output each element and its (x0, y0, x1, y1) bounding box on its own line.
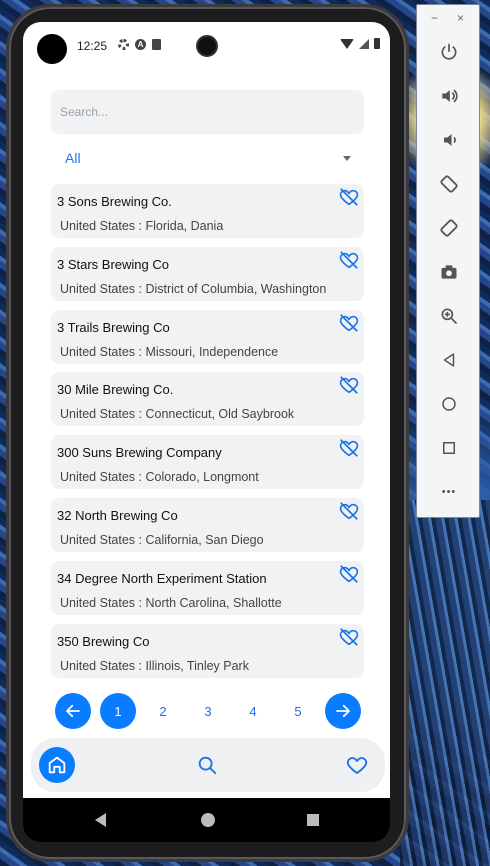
more-button[interactable]: ••• (434, 477, 464, 507)
nav-back-icon[interactable] (95, 813, 106, 827)
arrow-left-icon (66, 704, 80, 718)
next-page-button[interactable] (325, 693, 361, 729)
tab-favorites[interactable] (339, 747, 375, 783)
page-button-5[interactable]: 5 (280, 693, 316, 729)
brewery-location: United States : Illinois, Tinley Park (60, 658, 249, 673)
brewery-name: 3 Sons Brewing Co. (57, 194, 172, 209)
heart-off-icon[interactable] (338, 437, 360, 459)
dropdown-caret-icon (343, 156, 351, 161)
sd-card-icon (152, 39, 161, 50)
power-button[interactable] (434, 37, 464, 67)
page-button-1[interactable]: 1 (100, 693, 136, 729)
brewery-list: 3 Sons Brewing Co. United States : Flori… (51, 184, 364, 686)
country-filter-select[interactable]: All (65, 150, 355, 170)
page-button-4[interactable]: 4 (235, 693, 271, 729)
brewery-name: 300 Suns Brewing Company (57, 445, 222, 461)
volume-down-icon (444, 134, 456, 146)
nav-home-icon[interactable] (201, 813, 215, 827)
wifi-icon (340, 38, 354, 49)
overview-square-icon (443, 442, 455, 454)
heart-off-icon[interactable] (338, 249, 360, 271)
brewery-name: 3 Stars Brewing Co (57, 256, 169, 272)
status-bar: 12:25 A (23, 22, 390, 70)
list-item[interactable]: 3 Sons Brewing Co. United States : Flori… (51, 184, 364, 238)
list-item[interactable]: 350 Brewing Co United States : Illinois,… (51, 623, 364, 678)
back-button[interactable] (434, 345, 464, 375)
brewery-location: United States : Connecticut, Old Saybroo… (60, 407, 295, 422)
minimize-button[interactable]: − (431, 11, 438, 25)
desktop-background-detail (400, 500, 490, 866)
heart-off-icon[interactable] (338, 374, 360, 396)
rotate-right-icon (440, 219, 458, 237)
list-item[interactable]: 3 Stars Brewing Co United States : Distr… (51, 246, 364, 301)
emulator-toolbar: − × ••• (416, 4, 480, 518)
close-button[interactable]: × (457, 11, 464, 25)
tab-home[interactable] (39, 747, 75, 783)
home-button[interactable] (434, 389, 464, 419)
front-camera (196, 35, 218, 57)
back-triangle-icon (443, 353, 455, 367)
overview-button[interactable] (434, 433, 464, 463)
brewery-name: 30 Mile Brewing Co. (57, 382, 174, 398)
heart-icon (346, 757, 368, 774)
brewery-location: United States : Florida, Dania (60, 219, 224, 233)
filter-selected-value: All (65, 150, 81, 166)
list-item[interactable]: 32 North Brewing Co United States : Cali… (51, 497, 364, 552)
heart-off-icon[interactable] (338, 563, 360, 585)
volume-down-button[interactable] (434, 125, 464, 155)
zoom-button[interactable] (434, 301, 464, 331)
list-item[interactable]: 30 Mile Brewing Co. United States : Conn… (51, 372, 364, 427)
brewery-location: United States : California, San Diego (60, 532, 264, 547)
app-screen: 12:25 A All 3 Sons Brewing Co. United St… (23, 22, 390, 798)
rotate-left-button[interactable] (434, 169, 464, 199)
prev-page-button[interactable] (55, 693, 91, 729)
brewery-name: 34 Degree North Experiment Station (57, 570, 267, 586)
a-icon: A (135, 39, 146, 50)
page-button-3[interactable]: 3 (190, 693, 226, 729)
pagination: 1 2 3 4 5 (55, 693, 361, 729)
rotate-left-icon (440, 175, 458, 193)
page-button-2[interactable]: 2 (145, 693, 181, 729)
settings-icon (118, 39, 129, 50)
heart-off-icon[interactable] (338, 312, 360, 334)
camera-icon (441, 265, 457, 279)
brewery-location: United States : North Carolina, Shallott… (60, 595, 282, 610)
heart-off-icon[interactable] (338, 626, 360, 648)
search-icon (198, 756, 217, 775)
list-item[interactable]: 34 Degree North Experiment Station Unite… (51, 560, 364, 615)
status-right-icons (340, 38, 380, 49)
brewery-location: United States : Colorado, Longmont (60, 470, 259, 485)
zoom-in-icon (441, 308, 458, 325)
camera-cutout (37, 34, 67, 64)
tab-search[interactable] (189, 747, 225, 783)
status-time: 12:25 (77, 39, 108, 53)
screenshot-button[interactable] (434, 257, 464, 287)
brewery-location: United States : District of Columbia, Wa… (60, 281, 327, 296)
list-item[interactable]: 300 Suns Brewing Company United States :… (51, 435, 364, 490)
heart-off-icon[interactable] (338, 500, 360, 522)
status-icons: A (118, 39, 161, 50)
volume-up-button[interactable] (434, 81, 464, 111)
brewery-name: 3 Trails Brewing Co (57, 319, 170, 335)
home-icon (48, 756, 66, 774)
search-input[interactable] (51, 90, 364, 134)
brewery-name: 32 North Brewing Co (57, 507, 178, 523)
battery-icon (374, 38, 380, 49)
signal-icon (359, 38, 369, 49)
nav-recents-icon[interactable] (307, 814, 319, 826)
bottom-tab-bar (31, 738, 385, 792)
android-nav-bar (23, 798, 390, 842)
rotate-right-button[interactable] (434, 213, 464, 243)
heart-off-icon[interactable] (338, 186, 360, 208)
volume-up-icon (442, 89, 458, 103)
brewery-name: 350 Brewing Co (57, 633, 150, 649)
list-item[interactable]: 3 Trails Brewing Co United States : Miss… (51, 309, 364, 364)
home-circle-icon (442, 397, 456, 411)
power-icon (441, 43, 457, 60)
brewery-location: United States : Missouri, Independence (60, 344, 279, 359)
arrow-right-icon (336, 704, 350, 718)
